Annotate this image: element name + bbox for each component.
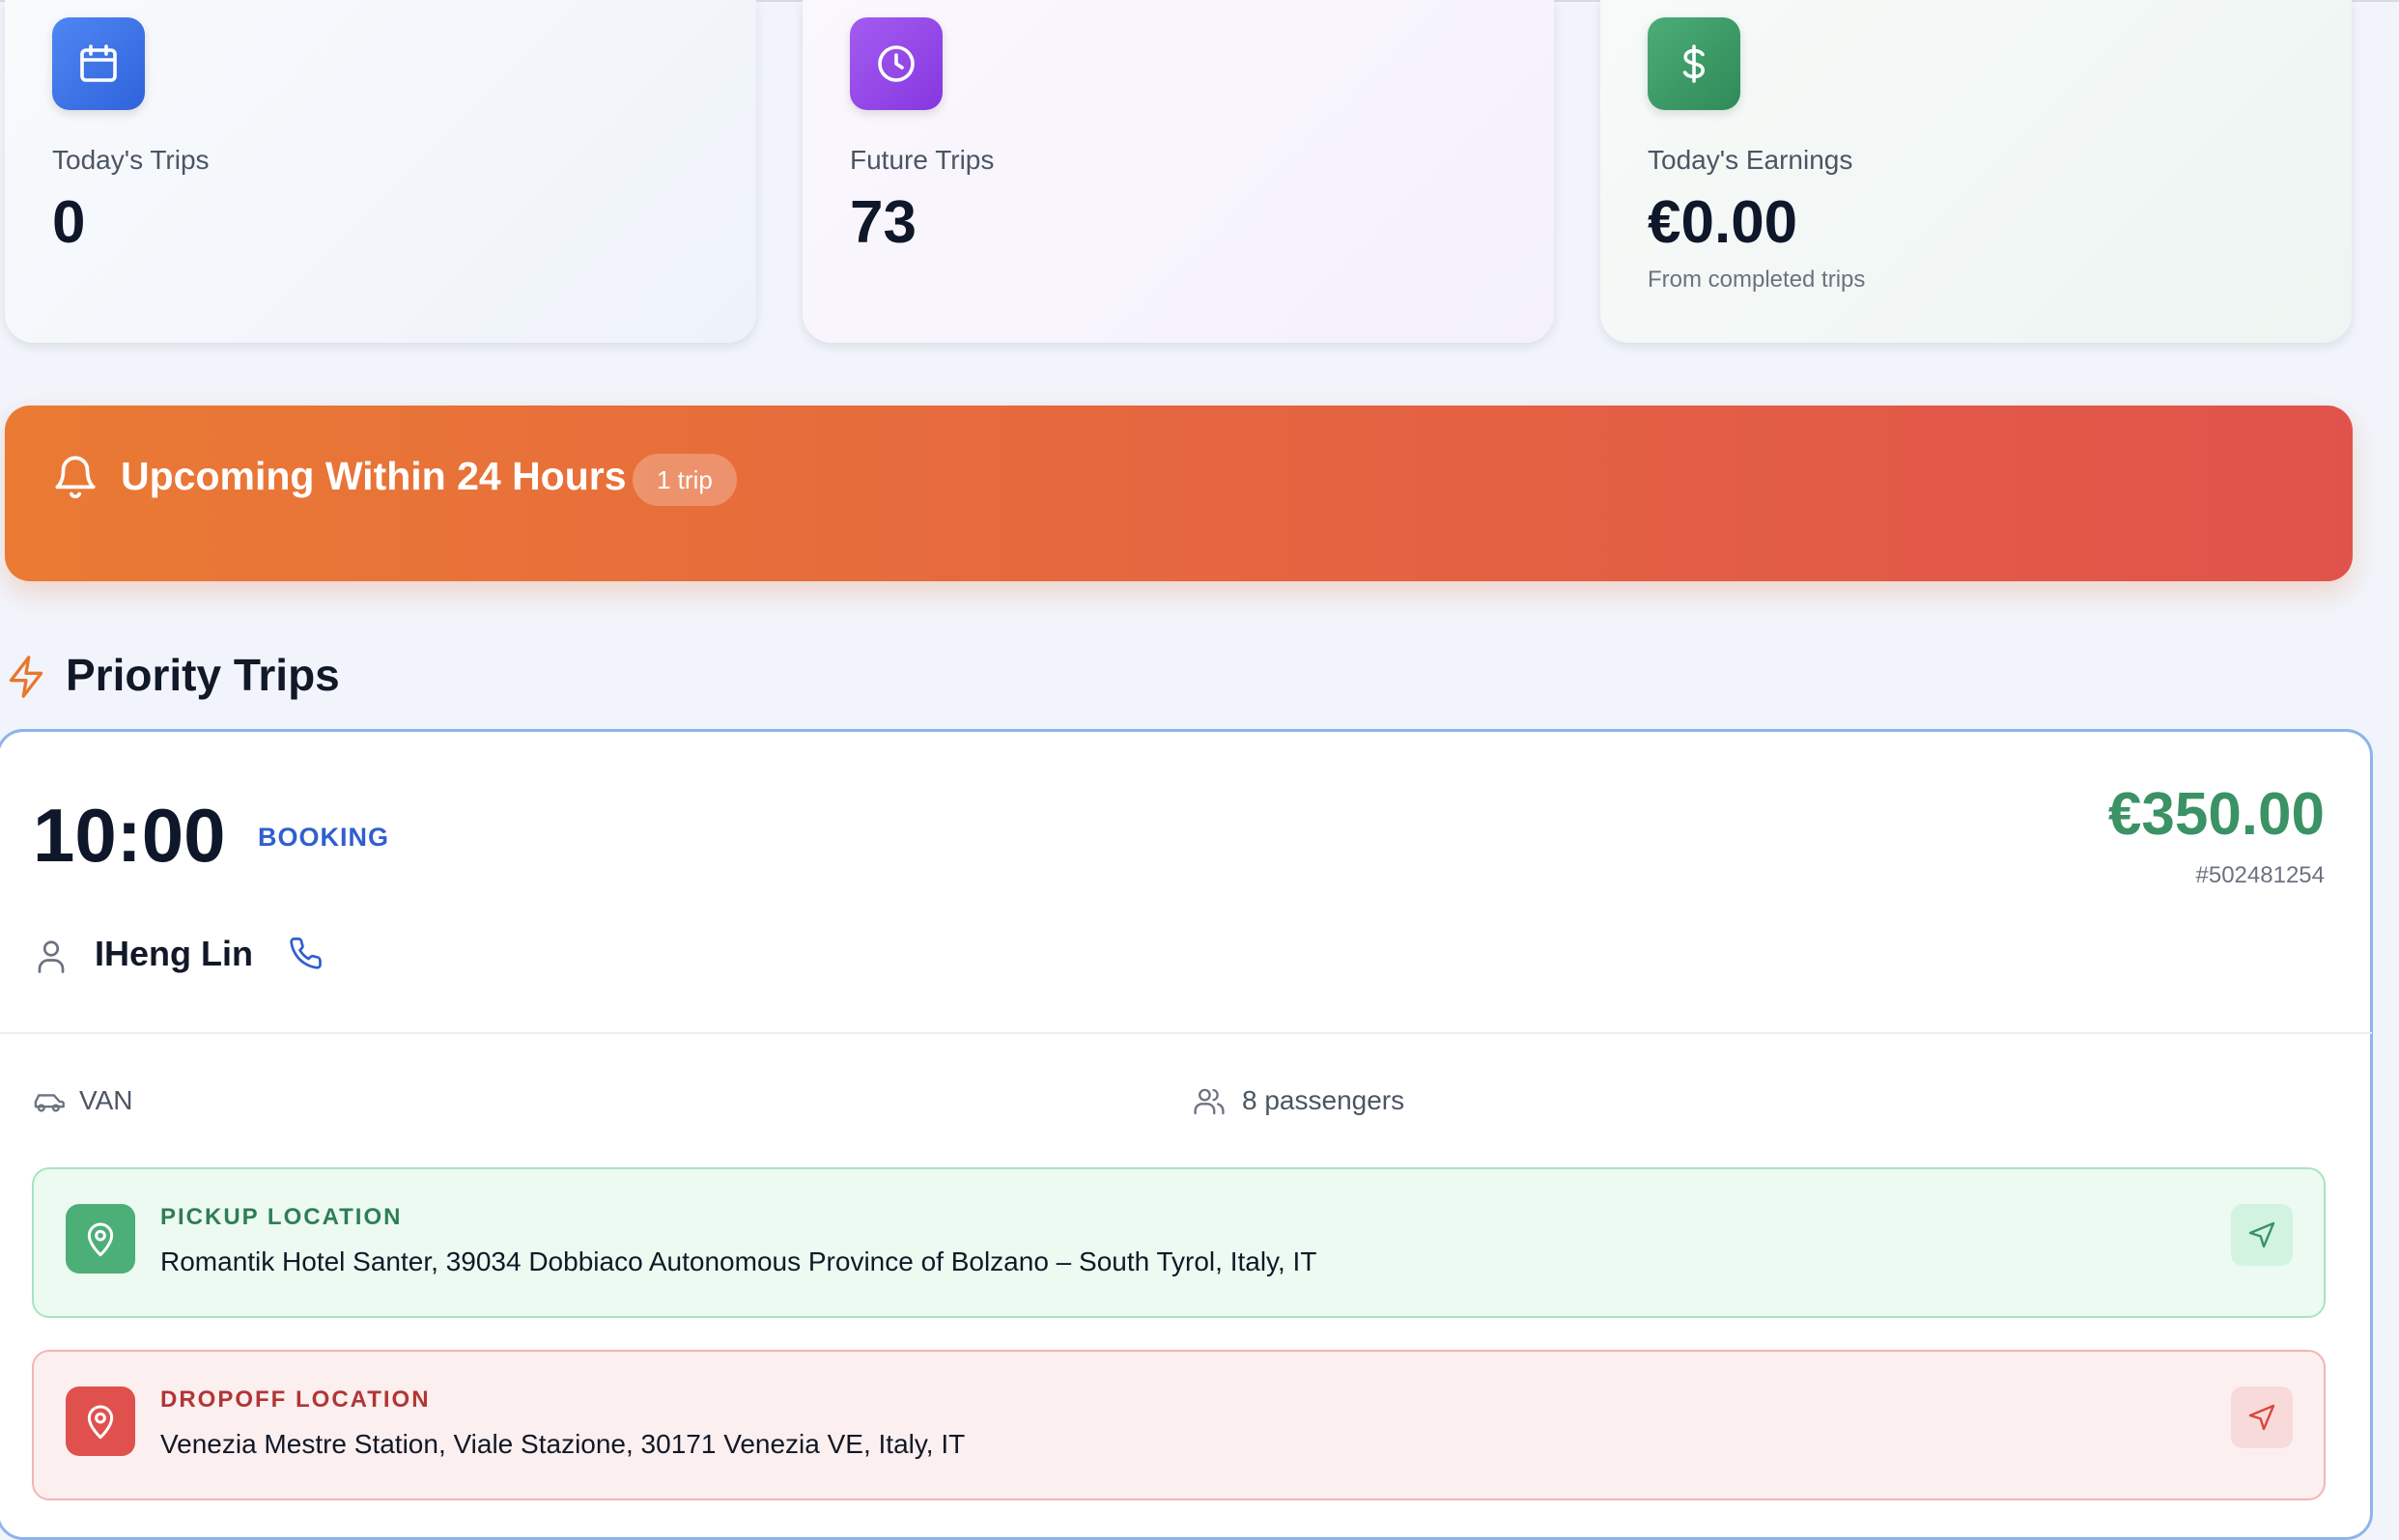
trip-time: 10:00	[33, 793, 226, 878]
pickup-address: Romantik Hotel Santer, 39034 Dobbiaco Au…	[160, 1246, 1317, 1276]
stat-subtext: From completed trips	[1648, 266, 1866, 293]
navigation-icon	[2248, 1404, 2275, 1431]
dropoff-navigate-button[interactable]	[2231, 1386, 2293, 1448]
banner-title: Upcoming Within 24 Hours	[121, 454, 627, 498]
car-icon	[34, 1094, 65, 1112]
map-pin-icon	[66, 1204, 135, 1274]
pickup-navigate-button[interactable]	[2231, 1204, 2293, 1266]
bell-icon	[55, 456, 96, 499]
vehicle-type: VAN	[79, 1085, 133, 1115]
stat-label: Today's Trips	[52, 145, 210, 175]
trip-count-badge: 1 trip	[633, 454, 737, 506]
pickup-location-box: PICKUP LOCATION Romantik Hotel Santer, 3…	[32, 1167, 2326, 1318]
dropoff-location-box: DROPOFF LOCATION Venezia Mestre Station,…	[32, 1350, 2326, 1500]
trip-price: €350.00	[2107, 781, 2325, 848]
passenger-count: 8 passengers	[1242, 1085, 1405, 1115]
divider	[0, 1032, 2372, 1034]
stat-value: €0.00	[1648, 189, 1798, 256]
lightning-icon	[9, 656, 43, 698]
calendar-icon	[52, 17, 145, 110]
stat-value: 0	[52, 189, 86, 256]
navigation-icon	[2248, 1221, 2275, 1248]
stat-card-future-trips: Future Trips 73	[803, 0, 1554, 343]
stat-label: Today's Earnings	[1648, 145, 1853, 175]
section-title: Priority Trips	[66, 650, 340, 700]
clock-icon	[850, 17, 943, 110]
dropoff-label: DROPOFF LOCATION	[160, 1386, 431, 1413]
pickup-label: PICKUP LOCATION	[160, 1204, 403, 1230]
dropoff-address: Venezia Mestre Station, Viale Stazione, …	[160, 1429, 966, 1459]
dollar-icon	[1648, 17, 1740, 110]
phone-icon[interactable]	[290, 937, 325, 971]
stat-card-todays-trips: Today's Trips 0	[5, 0, 756, 343]
passenger-name: IHeng Lin	[95, 934, 253, 973]
stat-value: 73	[850, 189, 917, 256]
users-icon	[1194, 1088, 1225, 1115]
stat-card-todays-earnings: Today's Earnings €0.00 From completed tr…	[1600, 0, 2352, 343]
stat-label: Future Trips	[850, 145, 995, 175]
upcoming-banner[interactable]: Upcoming Within 24 Hours 1 trip	[5, 406, 2353, 581]
trip-id: #502481254	[2195, 862, 2325, 888]
map-pin-icon	[66, 1386, 135, 1456]
person-icon	[38, 940, 65, 973]
trip-type-label: BOOKING	[258, 823, 390, 852]
